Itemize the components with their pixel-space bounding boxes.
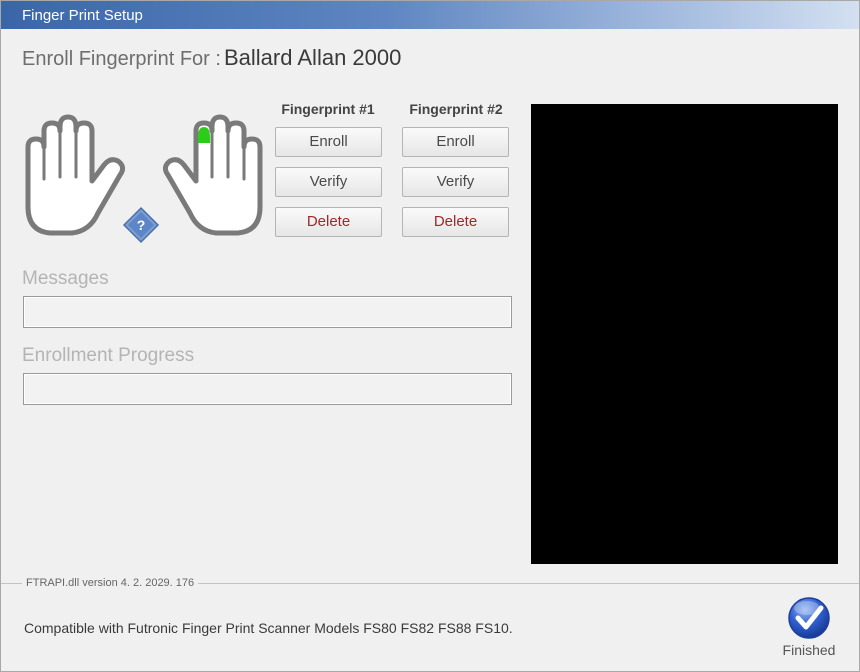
compatibility-text: Compatible with Futronic Finger Print Sc… [24,620,513,636]
help-glyph: ? [137,217,146,233]
fingerprint2-enroll-button[interactable]: Enroll [402,127,509,157]
left-hand-icon[interactable] [25,114,126,236]
fingerprint2-verify-button[interactable]: Verify [402,167,509,197]
right-hand-icon[interactable] [162,114,263,236]
selected-finger-indicator[interactable] [198,127,210,143]
dll-version-text: FTRAPI.dll version 4. 2. 2029. 176 [22,577,199,589]
fingerprint2-delete-button[interactable]: Delete [402,207,509,237]
finished-label: Finished [782,642,836,658]
help-icon[interactable]: ? [122,206,160,244]
messages-label: Messages [22,268,109,289]
finger-print-setup-window: Finger Print Setup Enroll Fingerprint Fo… [0,0,860,672]
finished-button[interactable]: Finished [777,593,841,663]
checkmark-icon [788,597,830,639]
window-title: Finger Print Setup [22,7,143,24]
messages-field [23,296,512,328]
fingerprint1-enroll-button[interactable]: Enroll [275,127,382,157]
enroll-person-name: Ballard Allan 2000 [224,45,402,70]
fingerprint1-verify-button[interactable]: Verify [275,167,382,197]
enroll-for-label: Enroll Fingerprint For : [22,48,221,70]
fingerprint-scanner-preview [531,104,838,564]
fingerprint1-delete-button[interactable]: Delete [275,207,382,237]
title-bar: Finger Print Setup [1,1,859,29]
enrollment-progress-bar [23,373,512,405]
fingerprint2-header: Fingerprint #2 [409,101,503,117]
fingerprint1-header: Fingerprint #1 [281,101,375,117]
enrollment-progress-label: Enrollment Progress [22,345,195,366]
hand-selector: ? [25,114,263,244]
